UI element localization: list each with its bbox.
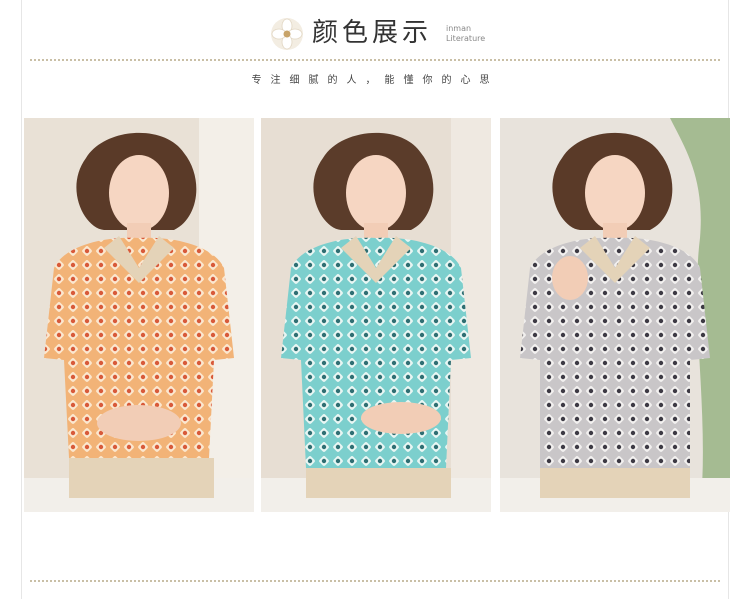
page-title: 颜色展示 [312,18,433,48]
product-photo-grey [500,118,730,512]
subtitle: 专注细腻的人，能懂你的心思 [251,75,499,86]
product-photo-teal [261,118,491,512]
english-tagline-line1: inman [446,24,472,33]
english-tagline: inman Literature [446,24,485,44]
flower-icon [271,18,303,50]
bottom-divider [30,580,720,582]
left-border [21,0,22,599]
section-header: 颜色展示 inman Literature [0,0,750,60]
product-photo-orange [24,118,254,512]
english-tagline-line2: Literature [446,34,486,43]
top-divider [30,59,720,61]
